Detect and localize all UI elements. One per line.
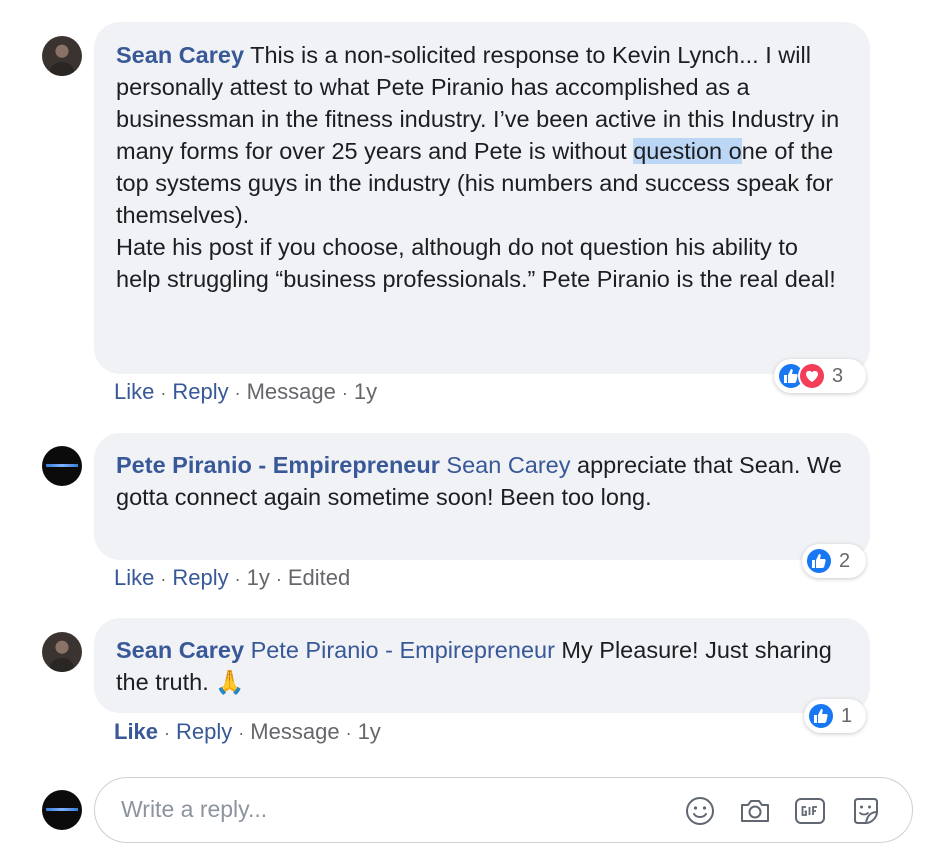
mention-link[interactable]: Sean Carey: [446, 452, 570, 478]
separator: ·: [234, 569, 241, 589]
comment-bubble: Sean Carey This is a non-solicited respo…: [94, 22, 870, 374]
reply-button[interactable]: Reply: [176, 719, 232, 744]
comment-timestamp[interactable]: 1y: [354, 379, 377, 404]
avatar[interactable]: [42, 446, 82, 486]
comment-author[interactable]: Sean Carey: [116, 637, 244, 663]
avatar[interactable]: [42, 36, 82, 76]
like-icon: [805, 547, 833, 575]
reply-button[interactable]: Reply: [172, 379, 228, 404]
separator: ·: [160, 569, 167, 589]
comment-author[interactable]: Pete Piranio - Empirepreneur: [116, 452, 440, 478]
separator: ·: [164, 723, 171, 743]
avatar[interactable]: [42, 632, 82, 672]
like-button[interactable]: Like: [114, 719, 158, 744]
comment-timestamp[interactable]: 1y: [247, 565, 270, 590]
message-button[interactable]: Message: [250, 719, 339, 744]
reaction-summary[interactable]: 1: [804, 699, 866, 733]
camera-icon[interactable]: [738, 794, 772, 828]
comment-timestamp[interactable]: 1y: [358, 719, 381, 744]
separator: ·: [275, 569, 282, 589]
comment-author[interactable]: Sean Carey: [116, 42, 244, 68]
reaction-count: 3: [832, 364, 844, 387]
avatar: [42, 790, 82, 830]
reply-input[interactable]: Write a reply...: [94, 777, 913, 843]
sticker-icon[interactable]: [849, 794, 883, 828]
message-button[interactable]: Message: [247, 379, 336, 404]
reaction-summary[interactable]: 3: [774, 359, 866, 393]
reply-placeholder: Write a reply...: [121, 796, 268, 822]
gif-icon[interactable]: [793, 794, 827, 828]
like-button[interactable]: Like: [114, 565, 154, 590]
separator: ·: [234, 383, 241, 403]
like-icon: [807, 702, 835, 730]
folded-hands-emoji: 🙏: [215, 669, 245, 695]
comment-actions: Like · Reply · 1y · Edited: [114, 565, 350, 592]
mention-link[interactable]: Pete Piranio - Empirepreneur: [251, 637, 555, 663]
reaction-count: 2: [839, 549, 851, 572]
comment-text: Hate his post if you choose, although do…: [116, 234, 836, 292]
separator: ·: [345, 723, 352, 743]
reply-button[interactable]: Reply: [172, 565, 228, 590]
reaction-summary[interactable]: 2: [802, 544, 866, 578]
separator: ·: [341, 383, 348, 403]
comment-bubble: Pete Piranio - Empirepreneur Sean Carey …: [94, 433, 870, 560]
love-icon: [798, 362, 826, 390]
comment-actions: Like · Reply · Message · 1y: [114, 719, 381, 746]
reaction-count: 1: [841, 704, 853, 727]
selected-text: question o: [633, 138, 742, 164]
emoji-icon[interactable]: [683, 794, 717, 828]
comment-actions: Like · Reply · Message · 1y: [114, 379, 377, 406]
comment-bubble: Sean Carey Pete Piranio - Empirepreneur …: [94, 618, 870, 713]
separator: ·: [160, 383, 167, 403]
separator: ·: [238, 723, 245, 743]
edited-label[interactable]: Edited: [288, 565, 350, 590]
like-button[interactable]: Like: [114, 379, 154, 404]
